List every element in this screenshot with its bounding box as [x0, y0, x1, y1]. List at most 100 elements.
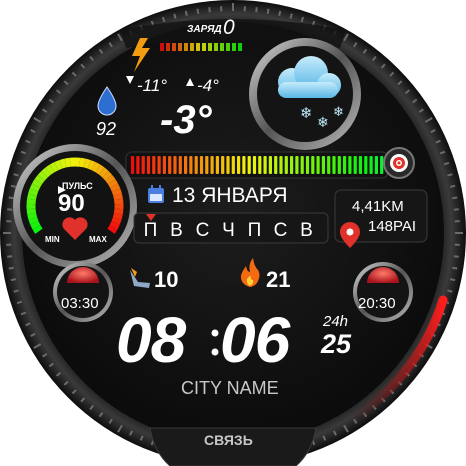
heart-arc-segment	[111, 216, 122, 225]
activity-segment	[337, 156, 341, 174]
battery-segment	[160, 43, 164, 51]
bezel-tick	[8, 266, 14, 270]
bezel-tick	[452, 196, 458, 200]
bezel-tick	[173, 13, 177, 19]
battery-segment	[166, 43, 170, 51]
heart-arc-segment	[83, 158, 91, 169]
bezel-tick	[8, 196, 14, 200]
bezel-tick	[208, 7, 211, 13]
activity-segment	[231, 156, 235, 174]
heart-arc-segment	[111, 188, 122, 196]
svg-text:❄: ❄	[333, 105, 344, 120]
heart-max-label: MAX	[89, 235, 107, 244]
activity-segment	[321, 156, 325, 174]
battery-segment	[190, 43, 194, 51]
heart-min-label: MIN	[45, 235, 60, 244]
heart-arc-segment	[49, 162, 59, 173]
bezel-tick	[449, 278, 456, 282]
bezel-tick	[10, 184, 17, 188]
heart-arc-segment	[110, 183, 121, 192]
heart-arc-segment	[26, 208, 37, 215]
connection-button[interactable]: СВЯЗЬ	[204, 432, 253, 448]
weather-high: -4°	[197, 76, 219, 95]
heart-arc-segment	[37, 170, 48, 181]
activity-segment	[199, 156, 204, 174]
bezel-tick	[453, 255, 459, 258]
activity-segment	[141, 156, 145, 174]
bezel-tick	[266, 8, 270, 14]
steps-value: 10	[154, 267, 179, 292]
svg-text:❄: ❄	[300, 104, 313, 122]
activity-segment	[274, 156, 278, 174]
bezel-tick	[289, 13, 293, 19]
activity-segment	[146, 156, 151, 174]
activity-segment	[247, 156, 251, 174]
heart-arc-segment	[99, 167, 109, 178]
svg-text:❄: ❄	[317, 115, 329, 131]
heart-arc-segment	[45, 164, 55, 175]
weekday-sun: В	[300, 220, 314, 241]
activity-segment	[184, 156, 188, 174]
battery-segment	[208, 43, 212, 51]
weather-low: -11°	[137, 76, 168, 95]
activity-segment	[295, 156, 299, 174]
bezel-tick	[255, 7, 258, 13]
bezel-tick	[447, 289, 453, 293]
heart-arc-segment	[34, 174, 45, 185]
bezel-tick	[13, 173, 19, 177]
activity-segment	[242, 156, 246, 174]
activity-segment	[189, 156, 193, 174]
heart-arc-segment	[31, 179, 43, 188]
activity-segment	[279, 156, 283, 174]
battery-label: ЗАРЯД	[187, 24, 222, 35]
battery-segment	[202, 43, 206, 51]
activity-segment	[374, 156, 378, 174]
heart-arc-segment	[29, 183, 40, 192]
heart-arc-segment	[87, 160, 96, 171]
battery-segment	[172, 43, 176, 51]
bezel-tick	[7, 255, 13, 258]
activity-segment	[168, 156, 172, 174]
calories-value: 21	[266, 267, 291, 292]
sunrise-time: 03:30	[61, 295, 99, 312]
activity-segment	[268, 156, 272, 174]
heart-rate-value: 90	[58, 190, 85, 217]
bezel-tick	[184, 10, 188, 17]
activity-segment	[194, 156, 198, 174]
activity-segment	[215, 156, 219, 174]
time-minutes: 06	[220, 304, 290, 376]
target-icon	[390, 154, 408, 172]
heart-arc-segment	[30, 221, 41, 230]
date-text: 13 ЯНВАРЯ	[172, 184, 288, 207]
activity-segment	[300, 156, 304, 174]
sunset-time: 20:30	[358, 295, 396, 312]
weekday-mon: П	[143, 220, 159, 241]
heart-arc-segment	[27, 193, 37, 201]
battery-segment	[232, 43, 236, 51]
heart-arc-segment	[107, 179, 119, 188]
activity-segment	[221, 156, 225, 174]
pai-value: 148PAI	[368, 218, 417, 235]
bezel-tick	[278, 10, 282, 17]
activity-segment	[284, 156, 288, 174]
activity-segment	[252, 156, 257, 174]
activity-segment	[237, 156, 241, 174]
weekday-wed: С	[195, 220, 211, 241]
battery-value: 0	[223, 16, 235, 39]
bezel-tick	[453, 208, 459, 211]
bezel-tick	[452, 266, 458, 270]
heart-arc-segment	[79, 157, 86, 168]
activity-segment	[305, 156, 310, 174]
heart-arc-segment	[105, 174, 116, 185]
activity-segment	[152, 156, 156, 174]
city-name: CITY NAME	[181, 378, 279, 398]
bezel-tick	[447, 173, 453, 177]
heart-arc-segment	[64, 157, 71, 168]
activity-segment	[311, 156, 315, 174]
activity-segment	[369, 156, 373, 174]
heart-arc-segment	[102, 170, 113, 181]
activity-segment	[136, 156, 140, 174]
heart-arc-segment	[32, 224, 43, 234]
distance-km: 4,41KM	[352, 198, 404, 215]
humidity-value: 92	[96, 119, 117, 139]
